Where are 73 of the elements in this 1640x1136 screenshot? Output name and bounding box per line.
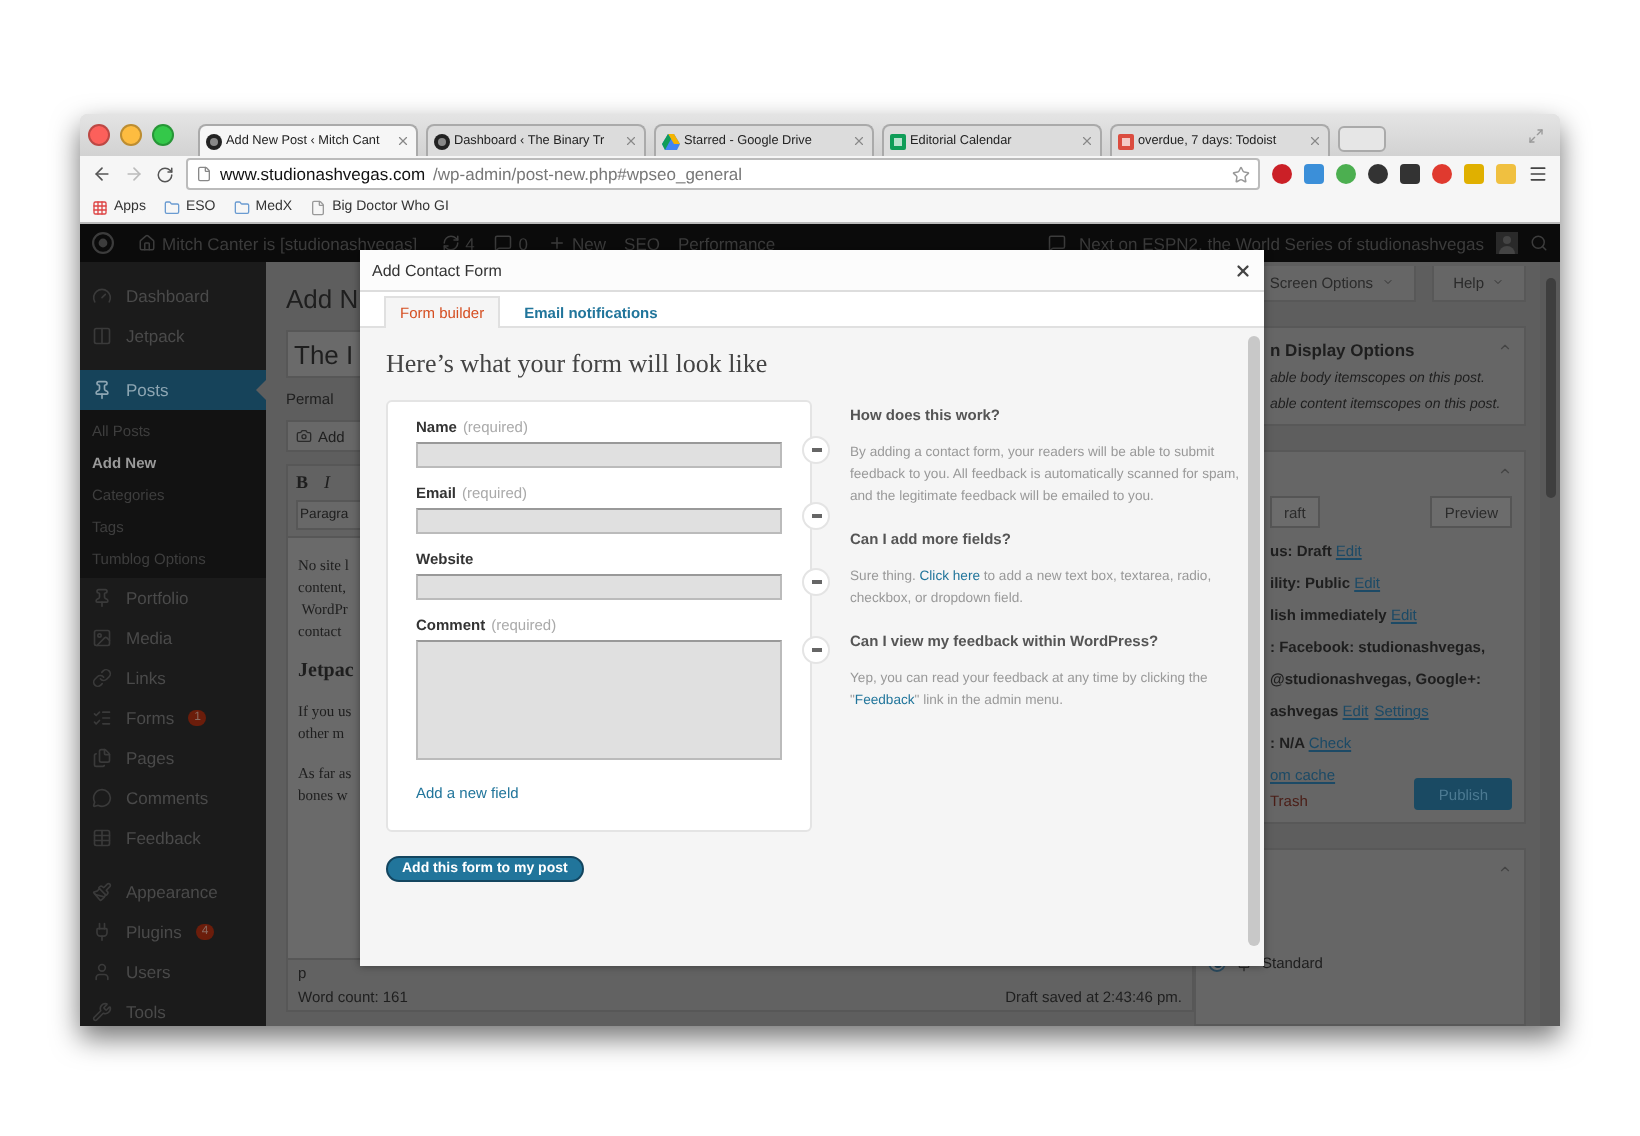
apps-grid-icon (92, 199, 108, 215)
wordpress-logo-icon (434, 133, 450, 149)
link-icon (92, 668, 112, 688)
list-icon (92, 708, 112, 728)
close-icon (624, 134, 638, 148)
editor-heading: Jetpac (298, 660, 354, 682)
home-icon (138, 234, 156, 252)
textarea-field[interactable] (416, 640, 782, 760)
avatar-icon[interactable] (1496, 232, 1518, 254)
caret-icon (1492, 276, 1504, 288)
user-icon (92, 962, 112, 982)
input-field[interactable] (416, 442, 782, 468)
caret-icon (1381, 276, 1394, 288)
format-button[interactable]: I (324, 472, 331, 492)
reload-icon (156, 165, 174, 183)
close-window-button[interactable] (88, 124, 110, 146)
wordpress-logo-icon (206, 133, 222, 149)
new-tab-button[interactable] (1338, 126, 1386, 152)
table-icon (92, 828, 112, 848)
wordpress-logo-icon[interactable] (92, 232, 114, 254)
triangle-logo-icon (662, 133, 680, 149)
collapse-icon (1498, 340, 1512, 354)
remove-field-button[interactable] (802, 636, 830, 664)
forward-icon (124, 164, 144, 184)
sync-icon (441, 234, 460, 252)
close-icon (1080, 134, 1094, 148)
plus-icon (548, 234, 567, 252)
collapse-icon (1498, 862, 1512, 876)
bookmark-star-icon (1232, 165, 1250, 183)
wrench-icon (92, 1002, 112, 1022)
collapse-icon (1498, 464, 1512, 478)
minimize-window-button[interactable] (120, 124, 142, 146)
dialog-title: Add Contact Form (372, 261, 502, 279)
close-icon (852, 134, 866, 148)
remove-field-button[interactable] (802, 502, 830, 530)
paintbrush-icon (92, 882, 112, 902)
close-icon (1308, 134, 1322, 148)
brackets-icon (92, 326, 112, 346)
page-icon (196, 166, 212, 182)
square-logo-icon (1118, 133, 1134, 149)
folder-icon (163, 199, 180, 215)
page-icon (310, 199, 327, 215)
pin-icon (92, 380, 112, 400)
square-logo-icon (890, 133, 906, 149)
menu-icon (1528, 164, 1548, 184)
panel-title: n Display Options (1270, 340, 1417, 360)
notice-icon (1048, 234, 1067, 252)
media-icon (296, 428, 312, 444)
dialog-scrollbar[interactable] (1248, 336, 1260, 946)
comment-icon (494, 234, 513, 252)
form-preview-heading: Here’s what your form will look like (386, 348, 770, 380)
plug-icon (92, 922, 112, 942)
pages-icon (92, 748, 112, 768)
close-icon[interactable] (1234, 261, 1252, 279)
format-button[interactable]: B (296, 472, 309, 492)
gauge-icon (92, 286, 112, 306)
zoom-window-button[interactable] (152, 124, 174, 146)
speech-bubble-icon (92, 788, 112, 808)
pin-icon (92, 588, 112, 608)
search-icon (1530, 234, 1548, 252)
address-bar[interactable]: www.studionashvegas.com /wp-admin/post-new.php#wpseo_general (186, 158, 1260, 190)
back-icon (92, 164, 112, 184)
remove-field-button[interactable] (802, 568, 830, 596)
close-icon (396, 134, 410, 148)
remove-field-button[interactable] (802, 436, 830, 464)
folder-icon (233, 199, 250, 215)
input-field[interactable] (416, 574, 782, 600)
scrollbar-thumb[interactable] (1545, 278, 1555, 498)
image-icon (92, 628, 112, 648)
page-title: Add N (286, 284, 359, 314)
sidebar-item[interactable]: Posts (80, 370, 266, 410)
fullscreen-icon (1528, 127, 1544, 143)
input-field[interactable] (416, 508, 782, 534)
